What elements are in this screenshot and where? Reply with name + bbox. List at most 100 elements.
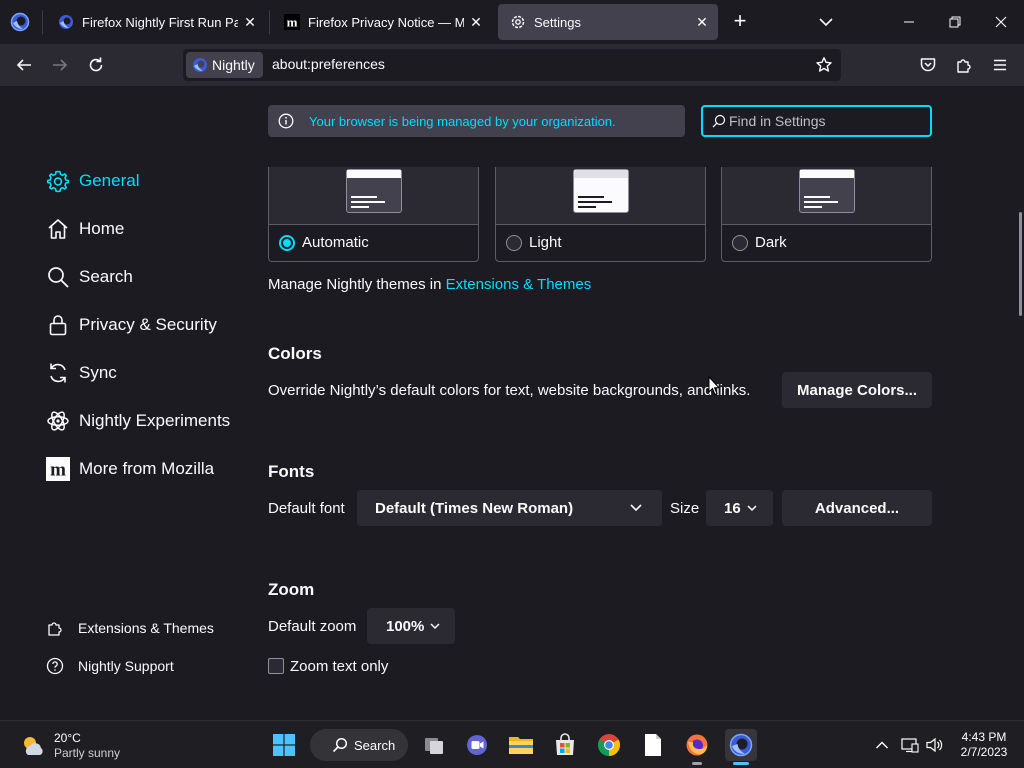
page-scrollbar-thumb[interactable] xyxy=(1019,212,1022,316)
close-icon[interactable]: ✕ xyxy=(690,10,714,34)
extensions-themes-link[interactable]: Extensions & Themes xyxy=(446,276,592,293)
tab-title: Settings xyxy=(534,14,581,30)
sidebar-item-label: Nightly Experiments xyxy=(79,411,231,430)
fonts-advanced-button[interactable]: Advanced... xyxy=(782,490,932,526)
manage-colors-button[interactable]: Manage Colors... xyxy=(782,372,932,408)
atom-icon xyxy=(45,408,71,434)
theme-radio-automatic[interactable] xyxy=(279,234,295,251)
sidebar-item-more-from-mozilla[interactable]: m More from Mozilla xyxy=(45,453,214,485)
sidebar-item-sync[interactable]: Sync xyxy=(45,357,117,389)
pocket-icon[interactable] xyxy=(914,51,942,79)
sidebar-item-experiments[interactable]: Nightly Experiments xyxy=(45,405,230,437)
theme-option[interactable]: Dark xyxy=(732,234,787,251)
theme-preview-image xyxy=(346,169,402,213)
default-zoom-select[interactable]: 100% xyxy=(367,608,455,644)
file-explorer-icon[interactable] xyxy=(505,729,537,761)
windows-taskbar: 20°C Partly sunny Search 4:43 PM 2/7/202… xyxy=(0,720,1024,768)
sidebar-item-label: Privacy & Security xyxy=(79,315,217,334)
running-indicator xyxy=(692,762,702,765)
notepad-file-icon[interactable] xyxy=(637,729,669,761)
new-tab-button[interactable]: + xyxy=(728,10,752,34)
partly-sunny-icon xyxy=(24,737,43,755)
chevron-down-icon xyxy=(630,504,642,512)
url-text[interactable]: about:preferences xyxy=(272,56,385,72)
sidebar-link-extensions-themes[interactable]: Extensions & Themes xyxy=(45,616,214,640)
themes-manage-text: Manage Nightly themes in xyxy=(268,276,442,293)
speaker-volume-icon[interactable] xyxy=(925,735,945,755)
theme-card-dark[interactable]: Dark xyxy=(721,167,932,262)
settings-page: General Home Search Privacy & Security S… xyxy=(0,86,1024,720)
network-display-icon[interactable] xyxy=(900,735,920,755)
microsoft-store-icon[interactable] xyxy=(549,729,581,761)
fonts-heading: Fonts xyxy=(268,462,315,481)
theme-card-automatic[interactable]: Automatic xyxy=(268,167,479,262)
zoom-text-only-label[interactable]: Zoom text only xyxy=(290,658,388,675)
taskbar-search[interactable]: Search xyxy=(310,729,408,761)
firefox-nightly-icon[interactable] xyxy=(725,729,757,761)
nightly-icon xyxy=(193,58,207,72)
chrome-icon[interactable] xyxy=(593,729,625,761)
theme-radio-light[interactable] xyxy=(506,234,522,251)
font-size-select[interactable]: 16 xyxy=(706,490,773,526)
identity-box[interactable]: Nightly xyxy=(186,52,263,78)
firefox-icon[interactable] xyxy=(681,729,713,761)
zoom-text-only-checkbox[interactable] xyxy=(268,658,284,674)
windows-start-icon[interactable] xyxy=(268,729,300,761)
close-icon[interactable]: ✕ xyxy=(238,10,262,34)
settings-search[interactable] xyxy=(701,105,932,137)
weather-description: Partly sunny xyxy=(54,746,121,760)
themes-manage-line: Manage Nightly themes in Extensions & Th… xyxy=(268,276,591,293)
weather-widget[interactable]: 20°C Partly sunny xyxy=(20,731,120,761)
minimize-button[interactable] xyxy=(886,0,932,44)
sidebar-item-privacy[interactable]: Privacy & Security xyxy=(45,309,217,341)
tab-first-run[interactable]: Firefox Nightly First Run Page ✕ xyxy=(46,4,266,40)
extensions-puzzle-icon[interactable] xyxy=(950,51,978,79)
theme-preview xyxy=(496,167,705,225)
teams-chat-icon[interactable] xyxy=(461,729,493,761)
task-view-icon[interactable] xyxy=(418,729,450,761)
system-clock[interactable]: 4:43 PM 2/7/2023 xyxy=(950,730,1018,760)
hamburger-menu-icon[interactable] xyxy=(986,51,1014,79)
default-zoom-label: Default zoom xyxy=(268,618,357,635)
sidebar-link-nightly-support[interactable]: Nightly Support xyxy=(45,654,174,678)
reload-button[interactable] xyxy=(82,51,110,79)
list-all-tabs-button[interactable] xyxy=(814,12,838,32)
search-icon xyxy=(45,264,71,290)
default-font-value: Default (Times New Roman) xyxy=(375,499,574,517)
theme-option[interactable]: Light xyxy=(506,234,562,251)
svg-text:m: m xyxy=(50,460,66,481)
clock-date: 2/7/2023 xyxy=(960,745,1008,759)
theme-option-label: Light xyxy=(529,234,562,251)
sidebar-item-home[interactable]: Home xyxy=(45,213,124,245)
bookmark-star-icon[interactable] xyxy=(813,54,835,76)
tab-settings[interactable]: Settings ✕ xyxy=(498,4,718,40)
sidebar-item-search[interactable]: Search xyxy=(45,261,133,293)
theme-preview-image xyxy=(799,169,855,213)
theme-card-light[interactable]: Light xyxy=(495,167,706,262)
sidebar-item-label: Home xyxy=(79,219,125,238)
back-button[interactable] xyxy=(10,51,38,79)
clock-time: 4:43 PM xyxy=(961,730,1007,744)
chevron-up-icon[interactable] xyxy=(872,735,892,755)
close-icon[interactable]: ✕ xyxy=(464,10,488,34)
svg-text:m: m xyxy=(287,15,298,30)
policy-banner-text[interactable]: Your browser is being managed by your or… xyxy=(309,114,616,129)
nightly-icon xyxy=(58,14,74,30)
theme-radio-dark[interactable] xyxy=(732,234,748,251)
settings-search-input[interactable] xyxy=(729,113,919,129)
url-bar[interactable]: Nightly about:preferences xyxy=(183,49,841,81)
nightly-app-icon[interactable] xyxy=(10,12,30,32)
default-font-select[interactable]: Default (Times New Roman) xyxy=(357,490,662,526)
theme-option[interactable]: Automatic xyxy=(279,234,369,251)
gear-icon xyxy=(45,168,71,194)
default-zoom-value: 100% xyxy=(386,617,425,635)
sidebar-link-label: Nightly Support xyxy=(78,658,174,674)
sidebar-item-label: Search xyxy=(79,267,133,286)
close-window-button[interactable] xyxy=(978,0,1024,44)
mozilla-m-icon: m xyxy=(284,14,300,30)
sidebar-item-general[interactable]: General xyxy=(45,165,139,197)
forward-button[interactable] xyxy=(46,51,74,79)
sync-icon xyxy=(45,360,71,386)
tab-privacy-notice[interactable]: m Firefox Privacy Notice — Mozill ✕ xyxy=(272,4,492,40)
restore-button[interactable] xyxy=(932,0,978,44)
